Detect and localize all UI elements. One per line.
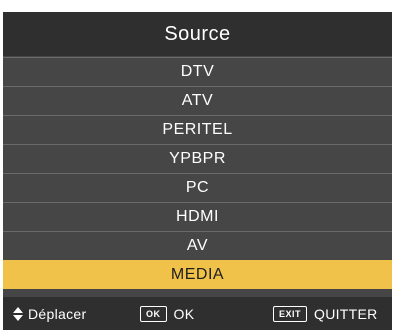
source-item-ypbpr[interactable]: YPBPR (3, 144, 392, 173)
source-item-dtv[interactable]: DTV (3, 57, 392, 86)
source-item-hdmi[interactable]: HDMI (3, 202, 392, 231)
footer-hints: Déplacer OK OK EXIT QUITTER (3, 297, 392, 330)
source-menu: Source DTV ATV PERITEL YPBPR PC HDMI AV … (3, 12, 392, 330)
source-item-av[interactable]: AV (3, 231, 392, 260)
screen: Source DTV ATV PERITEL YPBPR PC HDMI AV … (0, 0, 395, 330)
source-item-pc[interactable]: PC (3, 173, 392, 202)
move-label: Déplacer (28, 305, 87, 322)
exit-hint: EXIT QUITTER (273, 297, 378, 330)
cropped-top-text (0, 0, 395, 12)
up-down-arrows-icon (13, 306, 23, 321)
exit-label: QUITTER (314, 305, 378, 322)
ok-key-icon: OK (140, 305, 167, 322)
exit-key-icon: EXIT (273, 305, 308, 322)
source-item-atv[interactable]: ATV (3, 86, 392, 115)
ok-hint: OK OK (140, 297, 194, 330)
source-item-media[interactable]: MEDIA (3, 260, 392, 289)
source-item-peritel[interactable]: PERITEL (3, 115, 392, 144)
ok-label: OK (173, 305, 195, 322)
menu-title: Source (3, 12, 392, 56)
move-hint: Déplacer (12, 297, 86, 330)
source-list: DTV ATV PERITEL YPBPR PC HDMI AV MEDIA (3, 57, 392, 289)
